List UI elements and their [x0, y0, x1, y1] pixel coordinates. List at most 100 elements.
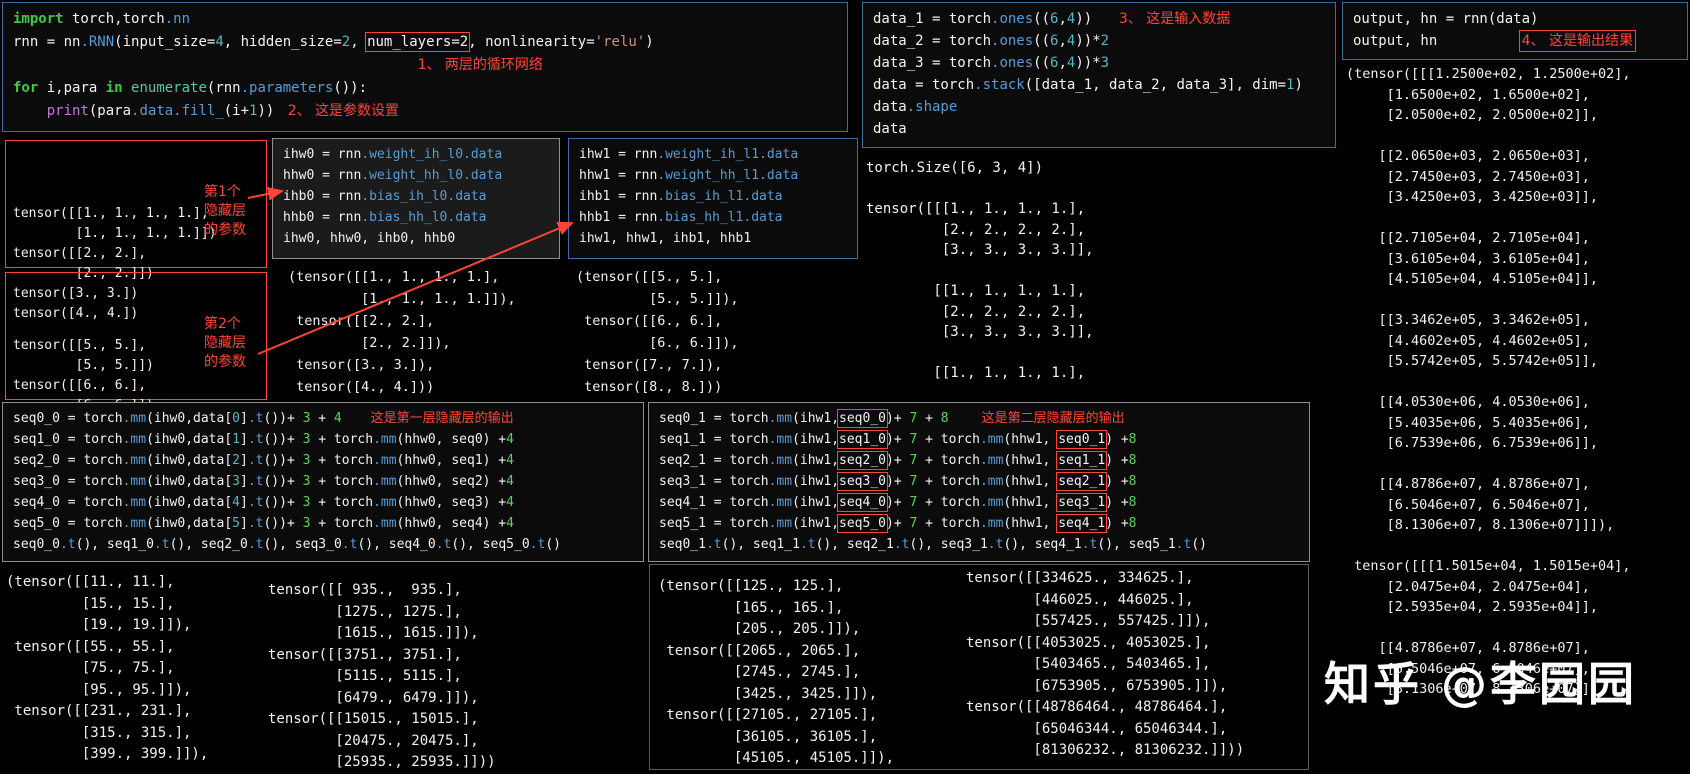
- code-cell-rnn-output: output, hn = rnn(data) output, hn 4、 这是输出…: [1342, 2, 1688, 60]
- code-line: [36105., 36105.],: [658, 728, 878, 745]
- code-line: [5115., 5115.],: [268, 668, 462, 684]
- weights-l0-output: (tensor([[1., 1., 1., 1.], [1., 1., 1., …: [288, 266, 563, 398]
- code-line: [446025., 446025.],: [966, 591, 1194, 608]
- code-line: [3.4250e+03, 3.4250e+03]],: [1346, 189, 1598, 205]
- layer1-params-label: 第1个 隐藏层 的参数: [204, 183, 246, 240]
- code-line: hhw1 = rnn.weight_hh_l1.data: [579, 168, 799, 183]
- seq-layer2-output-col2: tensor([[334625., 334625.], [446025., 44…: [966, 568, 1306, 762]
- code-line: seq5_0 = torch.mm(ihw0,data[5].t())+ 3 +…: [13, 516, 514, 531]
- code-line: [15., 15.],: [6, 595, 175, 612]
- code-line: tensor([[231., 231.],: [6, 703, 192, 719]
- label-line: 的参数: [204, 222, 246, 238]
- code-line: tensor([[6., 6.],: [576, 313, 723, 329]
- code-line: [6.7539e+06, 6.7539e+06]],: [1346, 435, 1598, 451]
- label-line: 隐藏层: [204, 335, 246, 351]
- code-line: for i,para in enumerate(rnn.parameters()…: [13, 80, 368, 96]
- code-line: hhb1 = rnn.bias_hh_l1.data: [579, 210, 783, 225]
- rnn-output-result: (tensor([[[1.2500e+02, 1.2500e+02], [1.6…: [1346, 64, 1686, 700]
- code-line: [[2.7105e+04, 2.7105e+04],: [1346, 230, 1590, 246]
- code-line: [95., 95.]]),: [6, 681, 192, 698]
- code-line: [2745., 2745.],: [658, 664, 861, 680]
- code-line: seq0_0 = torch.mm(ihw0,data[0].t())+ 3 +…: [13, 411, 514, 426]
- layer2-params-frame: 第2个 隐藏层 的参数 tensor([[5., 5.], [5., 5.]]) te…: [5, 272, 267, 453]
- code-line: ihb0 = rnn.bias_ih_l0.data: [283, 189, 487, 204]
- code-line: [2.0475e+04, 2.0475e+04],: [1346, 578, 1590, 595]
- code-line: [2., 2., 2., 2.],: [866, 303, 1086, 320]
- code-line: seq0_1.t(), seq1_1.t(), seq2_1.t(), seq3…: [659, 537, 1207, 552]
- code-line: [5.5742e+05, 5.5742e+05]],: [1346, 353, 1598, 369]
- code-line: [3.6105e+04, 3.6105e+04],: [1346, 250, 1590, 267]
- code-line: data.shape: [873, 99, 958, 115]
- code-line: hhw0 = rnn.weight_hh_l0.data: [283, 168, 503, 183]
- layer1-params-frame: 第1个 隐藏层 的参数 tensor([[1., 1., 1., 1.], [1.,…: [5, 140, 267, 321]
- code-line: [1615., 1615.]]),: [268, 625, 479, 641]
- code-line: (tensor([[125., 125.],: [658, 578, 844, 594]
- code-line: import torch,torch.nn: [13, 11, 191, 27]
- code-line: [[3.3462e+05, 3.3462e+05],: [1346, 312, 1590, 328]
- code-line: [1275., 1275.],: [268, 603, 462, 620]
- code-line: [5.4035e+06, 5.4035e+06],: [1346, 414, 1590, 431]
- code-line: data: [873, 121, 907, 137]
- code-line: [3., 3., 3., 3.]],: [866, 324, 1094, 340]
- code-line: [8.1306e+07, 8.1306e+07]]]),: [1346, 517, 1615, 533]
- code-line: [1.6500e+02, 1.6500e+02],: [1346, 86, 1590, 103]
- watermark: 知乎 @李园园: [1324, 657, 1638, 711]
- code-line: tensor([[55., 55.],: [6, 638, 175, 655]
- code-line: [6479., 6479.]]),: [268, 689, 479, 706]
- code-line: tensor([[2., 2.],: [288, 313, 435, 329]
- code-line: (tensor([[5., 5.],: [576, 269, 723, 285]
- code-line: [20475., 20475.],: [268, 732, 479, 749]
- code-line: tensor([[6., 6.],: [13, 378, 147, 393]
- code-line: [1., 1., 1., 1.]]),: [288, 291, 516, 307]
- code-line: [[4.8786e+07, 4.8786e+07],: [1346, 476, 1590, 492]
- code-line: [19., 19.]]),: [6, 617, 192, 633]
- code-line: [315., 315.],: [6, 724, 192, 741]
- code-line: [399., 399.]]),: [6, 746, 209, 762]
- code-line: tensor([[27105., 27105.],: [658, 707, 878, 723]
- code-line: seq2_0 = torch.mm(ihw0,data[2].t())+ 3 +…: [13, 453, 514, 468]
- code-line: [2., 2.]]),: [288, 335, 451, 351]
- code-line: data_1 = torch.ones((6,4)) 3、 这是输入数据: [873, 11, 1231, 27]
- code-line: seq0_1 = torch.mm(ihw1,seq0_0)+ 7 + 8 这是…: [659, 409, 1125, 428]
- code-line: [[1., 1., 1., 1.],: [866, 283, 1086, 299]
- code-line: tensor([[[1.5015e+04, 1.5015e+04],: [1346, 558, 1631, 574]
- code-line: [4.4602e+05, 4.4602e+05],: [1346, 332, 1590, 349]
- code-line: seq0_0.t(), seq1_0.t(), seq2_0.t(), seq3…: [13, 537, 561, 552]
- code-line: [4.5105e+04, 4.5105e+04]],: [1346, 271, 1598, 287]
- code-cell-weights-l0: ihw0 = rnn.weight_ih_l0.data hhw0 = rnn.w…: [272, 138, 560, 259]
- code-line: [2.7450e+03, 2.7450e+03],: [1346, 168, 1590, 185]
- code-line: print(para.data.fill_(i+1)) 2、 这是参数设置: [46, 103, 400, 119]
- code-cell-seq-layer2: seq0_1 = torch.mm(ihw1,seq0_0)+ 7 + 8 这是…: [648, 402, 1310, 562]
- code-line: [5., 5.]]),: [576, 291, 739, 307]
- code-line: seq1_0 = torch.mm(ihw0,data[1].t())+ 3 +…: [13, 432, 514, 447]
- label-line: 第2个: [204, 316, 241, 332]
- seq-layer1-output-col2: tensor([[ 935., 935.], [1275., 1275.], […: [268, 580, 598, 774]
- code-line: data = torch.stack([data_1, data_2, data…: [873, 77, 1303, 93]
- code-line: seq1_1 = torch.mm(ihw1,seq1_0)+ 7 + torc…: [659, 430, 1137, 449]
- code-line: [3425., 3425.]]),: [658, 685, 878, 702]
- code-line: [2.5935e+04, 2.5935e+04]],: [1346, 599, 1598, 615]
- code-line: [6., 6.]]),: [576, 335, 739, 351]
- code-line: tensor([[48786464., 48786464.],: [966, 699, 1228, 715]
- notebook-screenshot: import torch,torch.nn rnn = nn.RNN(input_…: [0, 0, 1690, 771]
- code-line: tensor([[15015., 15015.],: [268, 711, 479, 727]
- code-line: [75., 75.],: [6, 660, 175, 676]
- code-line: [557425., 557425.]]),: [966, 613, 1211, 629]
- code-line: tensor([8., 8.])): [576, 379, 723, 395]
- code-line: tensor([[2., 2.],: [13, 246, 147, 261]
- code-line: ihb1 = rnn.bias_ih_l1.data: [579, 189, 783, 204]
- code-line: [5403465., 5403465.],: [966, 656, 1211, 672]
- code-line: [6753905., 6753905.]]),: [966, 677, 1228, 694]
- code-line: (tensor([[[1.2500e+02, 1.2500e+02],: [1346, 66, 1631, 82]
- code-line: tensor([[334625., 334625.],: [966, 570, 1194, 586]
- code-line: data_3 = torch.ones((6,4))*3: [873, 55, 1110, 71]
- code-line: tensor([[4053025., 4053025.],: [966, 634, 1211, 651]
- code-line: [81306232., 81306232.]])): [966, 742, 1245, 758]
- code-line: tensor([7., 7.]),: [576, 357, 723, 373]
